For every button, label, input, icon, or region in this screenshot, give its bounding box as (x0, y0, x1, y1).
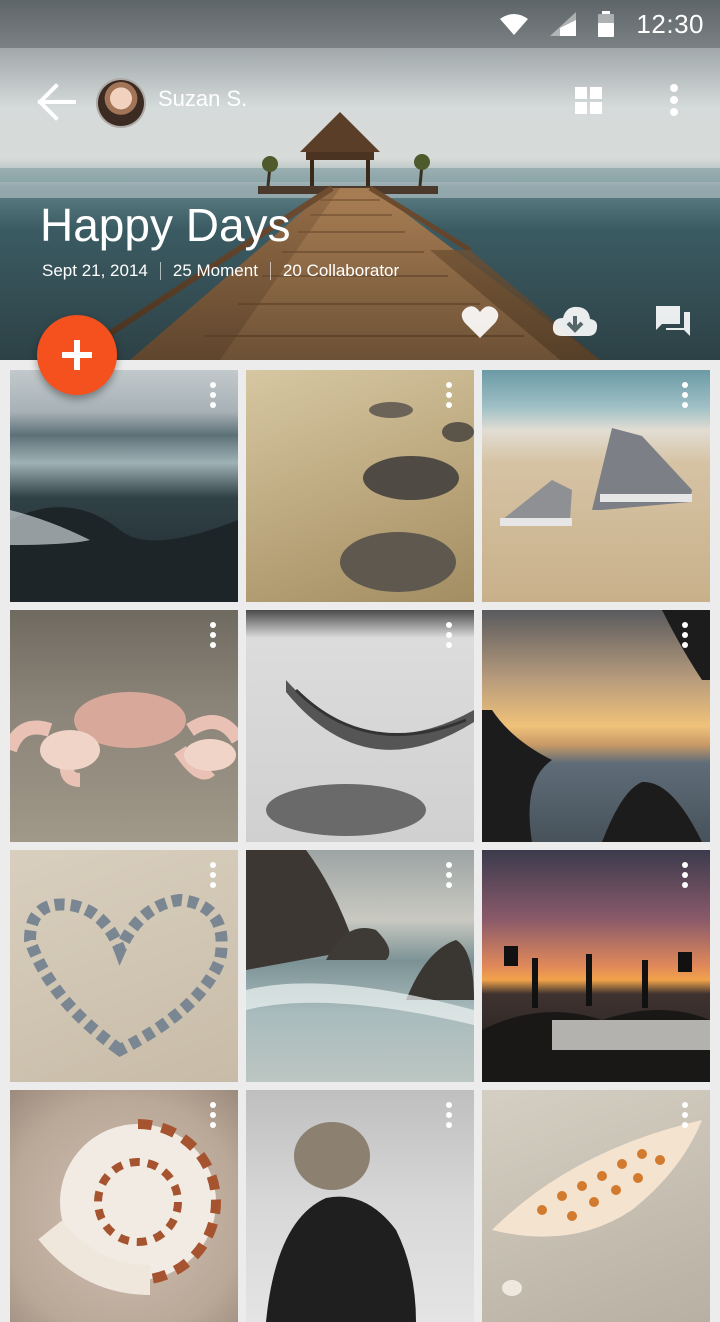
cloud-download-icon[interactable] (552, 304, 598, 340)
more-vert-icon[interactable] (444, 622, 454, 652)
collaborator-count: 20 Collaborator (282, 261, 400, 280)
top-app-bar: Suzan S. (0, 48, 720, 156)
status-time: 12:30 (636, 8, 704, 39)
avatar[interactable] (96, 78, 146, 128)
more-vert-icon[interactable] (680, 1102, 690, 1132)
more-vert-icon[interactable] (444, 382, 454, 412)
album-meta: Sept 21, 2014 25 Moment 20 Collaborator (42, 261, 399, 281)
plus-icon (62, 340, 92, 370)
photo-tile[interactable] (482, 850, 710, 1082)
photo-tile[interactable] (10, 370, 238, 602)
photo-tile[interactable] (482, 1090, 710, 1322)
more-vert-icon[interactable] (680, 382, 690, 412)
more-vert-icon[interactable] (444, 1102, 454, 1132)
grid-view-icon[interactable] (574, 86, 604, 116)
arrow-left-icon[interactable] (34, 82, 78, 122)
album-date: Sept 21, 2014 (42, 261, 148, 280)
signal-icon (550, 12, 577, 36)
photo-tile[interactable] (246, 610, 474, 842)
heart-icon[interactable] (460, 304, 500, 340)
photo-tile[interactable] (482, 610, 710, 842)
user-name[interactable]: Suzan S. (158, 86, 247, 112)
photo-tile[interactable] (246, 850, 474, 1082)
wifi-icon (500, 14, 529, 35)
more-vert-icon[interactable] (208, 622, 218, 652)
photo-tile[interactable] (246, 1090, 474, 1322)
more-vert-icon[interactable] (208, 382, 218, 412)
status-bar: 12:30 (0, 0, 720, 48)
album-title: Happy Days (40, 199, 291, 251)
more-vert-icon[interactable] (208, 862, 218, 892)
more-vert-icon[interactable] (444, 862, 454, 892)
more-vert-icon[interactable] (664, 84, 684, 120)
photo-tile[interactable] (246, 370, 474, 602)
more-vert-icon[interactable] (680, 622, 690, 652)
comments-icon[interactable] (654, 304, 694, 340)
photo-tile[interactable] (10, 610, 238, 842)
more-vert-icon[interactable] (680, 862, 690, 892)
photo-tile[interactable] (482, 370, 710, 602)
photo-tile[interactable] (10, 850, 238, 1082)
battery-icon (598, 11, 615, 37)
more-vert-icon[interactable] (208, 1102, 218, 1132)
add-moment-button[interactable] (37, 315, 117, 395)
photo-tile[interactable] (10, 1090, 238, 1322)
moment-count: 25 Moment (172, 261, 258, 280)
